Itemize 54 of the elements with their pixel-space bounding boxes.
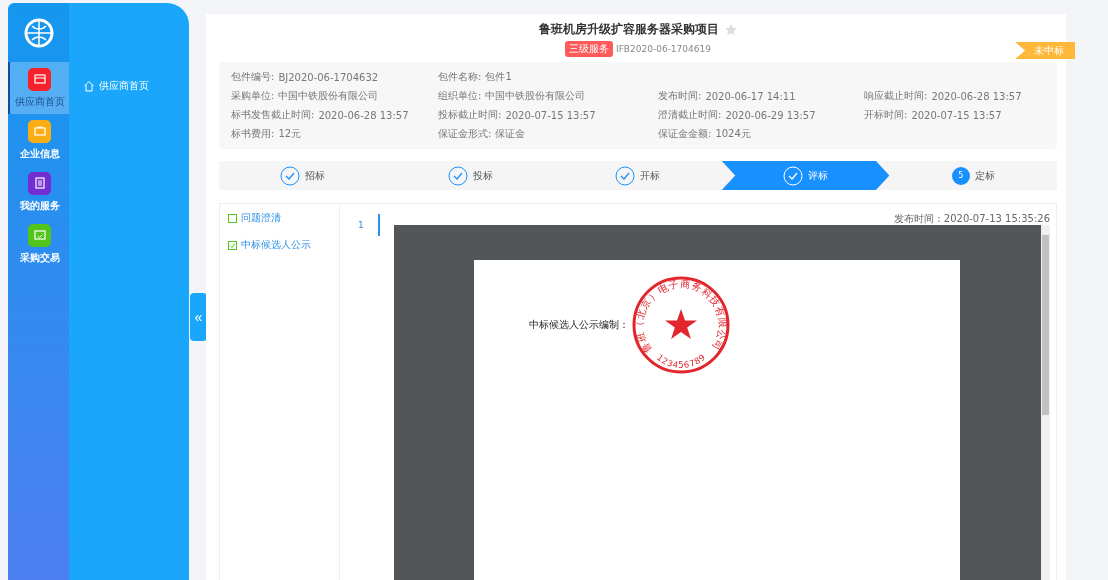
- field-label: 响应截止时间:: [864, 89, 928, 103]
- star-icon[interactable]: [723, 22, 738, 37]
- field-label: 标书发售截止时间:: [231, 108, 315, 122]
- project-title: 鲁班机房升级扩容服务器采购项目: [538, 21, 719, 38]
- field-value: 2020-06-17 14:11: [705, 90, 796, 102]
- document-link[interactable]: 问题澄清: [228, 211, 331, 225]
- publish-time: 发布时间 : 2020-07-13 15:35:26: [893, 212, 1050, 225]
- check-circle-icon: [447, 165, 468, 186]
- field-value: 中国中铁股份有限公司: [278, 89, 379, 103]
- field-label: 澄清截止时间:: [658, 108, 722, 122]
- level-tag: 三级服务: [565, 41, 613, 57]
- status-ribbon: 未中标: [1015, 42, 1075, 59]
- field-value: BJ2020-06-1704632: [278, 71, 379, 83]
- page-tab[interactable]: 1: [358, 214, 380, 236]
- nav-item[interactable]: 供应商首页: [8, 62, 69, 114]
- field-label: 标书费用:: [231, 127, 275, 141]
- project-code: IFB2020-06-1704619: [616, 44, 711, 54]
- field-label: 保证金形式:: [438, 127, 492, 141]
- step-item[interactable]: 开标: [554, 161, 722, 190]
- page-text: 中标候选人公示编制：: [529, 318, 629, 332]
- step-item[interactable]: 投标: [386, 161, 555, 190]
- step-item[interactable]: 5 定标: [889, 161, 1057, 190]
- field-value: 包件1: [485, 70, 512, 84]
- field-label: 采购单位:: [231, 89, 275, 103]
- step-number: 5: [951, 166, 970, 185]
- field-label: 投标截止时间:: [438, 108, 502, 122]
- field-value: 保证金: [495, 127, 526, 141]
- home-icon: [83, 80, 95, 92]
- nav-item[interactable]: 采购交易: [8, 218, 69, 270]
- field-label: 包件编号:: [231, 70, 275, 84]
- submenu-link[interactable]: 供应商首页: [99, 79, 149, 93]
- step-item[interactable]: 评标: [721, 161, 890, 190]
- scrollbar[interactable]: [1041, 225, 1050, 580]
- field-label: 保证金金额:: [658, 127, 712, 141]
- field-label: 包件名称:: [438, 70, 482, 84]
- field-value: 12元: [278, 127, 302, 141]
- check-circle-icon: [783, 165, 804, 186]
- field-label: 发布时间:: [658, 89, 702, 103]
- check-circle-icon: [280, 165, 301, 186]
- logo-icon: [23, 17, 54, 48]
- field-label: 组织单位:: [438, 89, 482, 103]
- field-value: 中国中铁股份有限公司: [485, 89, 586, 103]
- document-link[interactable]: 中标候选人公示: [228, 238, 331, 252]
- field-value: 2020-06-28 13:57: [318, 109, 409, 121]
- field-value: 2020-06-29 13:57: [725, 109, 816, 121]
- check-circle-icon: [615, 165, 636, 186]
- nav-item[interactable]: 我的服务: [8, 166, 69, 218]
- field-value: 2020-07-15 13:57: [911, 109, 1002, 121]
- field-label: 开标时间:: [864, 108, 908, 122]
- field-value: 2020-06-28 13:57: [931, 90, 1022, 102]
- step-item[interactable]: 招标: [219, 161, 387, 190]
- field-value: 2020-07-15 13:57: [505, 109, 596, 121]
- field-value: 1024元: [715, 127, 751, 141]
- nav-item[interactable]: 企业信息: [8, 114, 69, 166]
